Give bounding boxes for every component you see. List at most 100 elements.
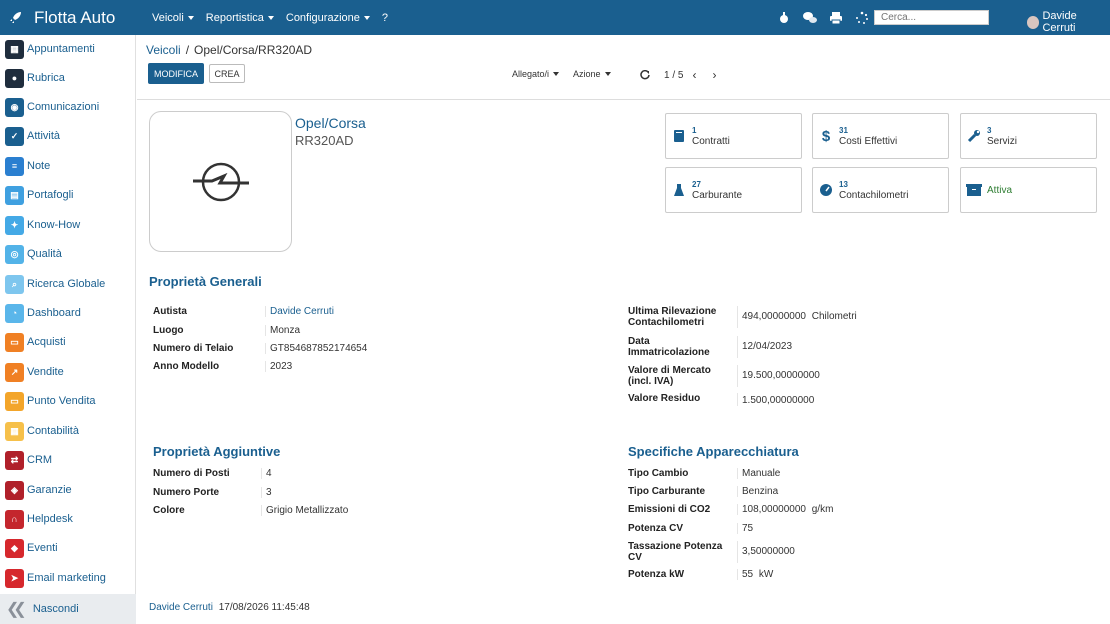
pager: 1 / 5 ‹ › (640, 68, 716, 82)
field-autista: Autista Davide Cerruti (153, 306, 334, 317)
field-value: 494,00000000 (742, 311, 806, 322)
sidebar-item-eventi[interactable]: ◆ Eventi (5, 537, 58, 559)
field-colore: Colore Grigio Metallizzato (153, 505, 348, 516)
field-label: Numero Porte (153, 487, 220, 498)
sidebar-item-qualita[interactable]: ◎ Qualità (5, 243, 62, 265)
sidebar-item-email-marketing[interactable]: ➤ Email marketing (5, 567, 106, 589)
field-value: 2023 (265, 361, 292, 372)
sidebar-item-punto-vendita[interactable]: ▭ Punto Vendita (5, 390, 96, 412)
footer-user[interactable]: Davide Cerruti (149, 602, 213, 613)
chat-icon[interactable] (802, 10, 818, 26)
smart-button-label: Carburante (692, 190, 743, 201)
sidebar-item-label: Acquisti (27, 336, 66, 348)
smart-button-contratti[interactable]: 1 Contratti (665, 113, 802, 159)
field-valore-mercato: Valore di Mercato (incl. IVA) 19.500,0000… (628, 365, 820, 387)
field-label: Tassazione Potenza (628, 541, 723, 552)
sidebar-item-comunicazioni[interactable]: ◉ Comunicazioni (5, 96, 99, 118)
sidebar-item-label: Ricerca Globale (27, 278, 106, 290)
sidebar-item-attivita[interactable]: ✓ Attività (5, 125, 60, 147)
refresh-icon[interactable] (640, 70, 650, 80)
field-value: 19.500,00000000 (737, 365, 820, 387)
smart-button-label: Contratti (692, 136, 730, 147)
top-bar: Flotta Auto Veicoli Reportistica Configu… (0, 0, 1110, 35)
sidebar-item-label: Portafogli (27, 189, 74, 201)
sidebar-item-label: CRM (27, 454, 53, 466)
breadcrumb: Veicoli / Opel/Corsa/RR320AD (146, 43, 312, 57)
avatar (1027, 15, 1040, 29)
search-input[interactable] (874, 10, 989, 25)
create-button[interactable]: CREA (209, 64, 245, 83)
section-title-additional: Proprietà Aggiuntive (153, 444, 281, 459)
sidebar-item-helpdesk[interactable]: ∩ Helpdesk (5, 508, 73, 530)
sidebar-item-label: Note (27, 160, 51, 172)
smart-button-count: 3 (987, 126, 992, 135)
sidebar-item-label: Email marketing (27, 572, 106, 584)
attachments-dropdown[interactable]: Allegato/i (512, 69, 560, 79)
field-label: Potenza kW (628, 569, 685, 580)
menu-configurazione[interactable]: Configurazione (286, 12, 370, 24)
field-value: 108,00000000 (742, 504, 806, 515)
sidebar-item-garanzie[interactable]: ◈ Garanzie (5, 479, 72, 501)
chevron-left-icon[interactable]: ‹ (692, 68, 696, 82)
menu-label: Reportistica (205, 12, 264, 24)
tachometer-icon (818, 182, 834, 198)
bug-icon[interactable] (776, 10, 792, 26)
sidebar-item-vendite[interactable]: ↗ Vendite (5, 361, 64, 383)
note-icon: ≡ (5, 156, 24, 176)
field-label: Numero di Telaio (153, 343, 234, 354)
field-potenza-cv: Potenza CV 75 (628, 523, 753, 534)
menu-reportistica[interactable]: Reportistica (206, 12, 274, 24)
smart-button-label: Attiva (987, 184, 1013, 196)
sidebar-item-rubrica[interactable]: ● Rubrica (5, 67, 65, 89)
user-menu[interactable]: Davide Cerruti (1027, 10, 1110, 34)
field-value: 3,50000000 (737, 541, 795, 563)
sidebar-item-label: Contabilità (27, 425, 79, 437)
sidebar-item-portafogli[interactable]: ▤ Portafogli (5, 184, 73, 206)
breadcrumb-separator: / (185, 43, 190, 57)
sidebar-item-label: Appuntamenti (27, 43, 95, 55)
print-icon[interactable] (828, 10, 844, 26)
field-value: 75 (737, 523, 753, 534)
smart-button-servizi[interactable]: 3 Servizi (960, 113, 1097, 159)
contacts-icon: ● (5, 68, 24, 88)
action-dropdown[interactable]: Azione (573, 69, 611, 79)
sidebar-item-crm[interactable]: ⇄ CRM (5, 449, 52, 471)
chevron-right-icon[interactable]: › (712, 68, 716, 82)
monitor-icon: ▭ (5, 391, 24, 411)
sidebar-item-acquisti[interactable]: ▭ Acquisti (5, 331, 66, 353)
smart-button-contachilometri[interactable]: 13 Contachilometri (812, 167, 949, 213)
caret-down-icon (604, 72, 611, 76)
wrench-icon (966, 128, 982, 144)
spinner-icon[interactable] (854, 10, 870, 26)
sidebar-item-contabilita[interactable]: ▦ Contabilità (5, 420, 79, 442)
sidebar-item-label: Eventi (27, 542, 58, 554)
purchase-icon: ▭ (5, 332, 24, 352)
vehicle-image[interactable] (149, 111, 292, 252)
field-label: Autista (153, 306, 187, 317)
top-nav: Veicoli Reportistica Configurazione ? (152, 12, 400, 24)
field-tipo-cambio: Tipo Cambio Manuale (628, 468, 780, 479)
sidebar-item-appuntamenti[interactable]: ▦ Appuntamenti (5, 38, 95, 60)
smart-button-attiva[interactable]: Attiva (960, 167, 1097, 213)
sidebar-item-note[interactable]: ≡ Note (5, 155, 50, 177)
sidebar-item-know-how[interactable]: ✦ Know-How (5, 214, 80, 236)
footer: Davide Cerruti 17/08/2026 11:45:48 (149, 602, 310, 613)
menu-help[interactable]: ? (382, 12, 388, 24)
sidebar-hide-button[interactable]: ❮❮ Nascondi (0, 594, 136, 624)
sidebar-item-ricerca-globale[interactable]: ⌕ Ricerca Globale (5, 273, 105, 295)
sidebar-item-dashboard[interactable]: ◔ Dashboard (5, 302, 81, 324)
action-label: Azione (573, 69, 601, 79)
calendar-icon: ▦ (5, 39, 24, 59)
smart-button-costi-effettivi[interactable]: $ 31 Costi Effettivi (812, 113, 949, 159)
smart-button-carburante[interactable]: 27 Carburante (665, 167, 802, 213)
field-value[interactable]: Davide Cerruti (265, 306, 334, 317)
menu-label: ? (381, 12, 388, 24)
edit-button[interactable]: MODIFICA (148, 63, 204, 84)
menu-veicoli[interactable]: Veicoli (152, 12, 194, 24)
sidebar-item-label: Comunicazioni (27, 101, 100, 113)
sidebar-item-label: Helpdesk (27, 513, 73, 525)
breadcrumb-parent[interactable]: Veicoli (146, 43, 181, 57)
attachments-label: Allegato/i (512, 69, 550, 79)
rocket-icon (10, 12, 21, 23)
caret-down-icon (267, 16, 274, 20)
